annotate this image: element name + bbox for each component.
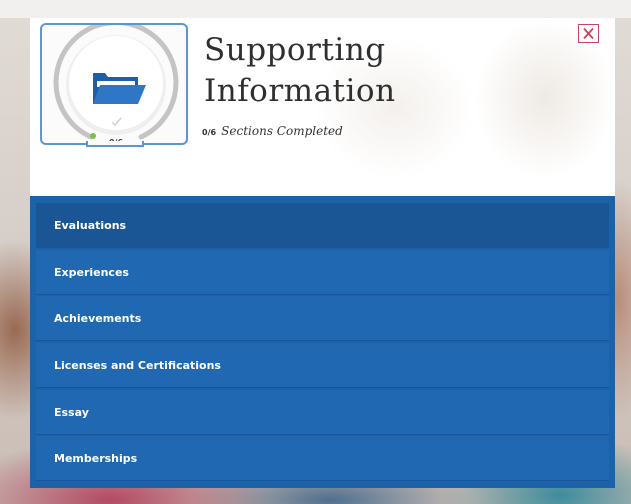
section-item-achievements[interactable]: Achievements <box>36 296 609 341</box>
close-button[interactable] <box>578 24 599 43</box>
section-item-memberships[interactable]: Memberships <box>36 436 609 481</box>
close-icon <box>583 27 594 40</box>
sections-completed: 0/6 Sections Completed <box>202 120 343 139</box>
section-item-experiences[interactable]: Experiences <box>36 250 609 295</box>
title-line-1: Supporting <box>204 32 386 68</box>
section-item-licenses[interactable]: Licenses and Certifications <box>36 343 609 388</box>
page-title: Supporting Information <box>204 30 504 112</box>
modal-header: 0/6 Supporting Information 0/6 Sections … <box>30 18 615 196</box>
section-item-evaluations[interactable]: Evaluations <box>36 203 609 248</box>
section-list: Evaluations Experiences Achievements Lic… <box>30 196 615 488</box>
progress-card: 0/6 <box>40 23 188 147</box>
progress-card-notch <box>86 141 144 147</box>
progress-ring <box>53 25 179 140</box>
section-item-essay[interactable]: Essay <box>36 390 609 435</box>
sections-completed-count: 0/6 <box>202 128 217 137</box>
title-line-2: Information <box>204 73 396 109</box>
supporting-information-modal: 0/6 Supporting Information 0/6 Sections … <box>30 18 615 488</box>
background-top-strip <box>0 0 631 18</box>
sections-completed-label: Sections Completed <box>221 124 343 138</box>
